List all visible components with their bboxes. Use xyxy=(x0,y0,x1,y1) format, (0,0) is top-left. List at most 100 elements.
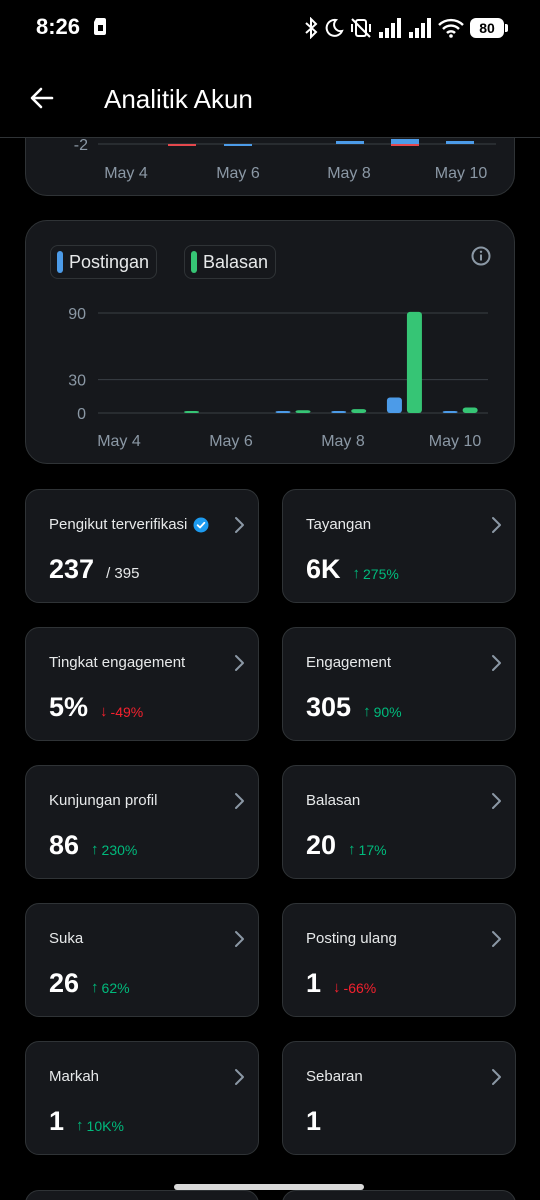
stat-label-row: Posting ulang xyxy=(306,930,397,947)
arrow-up-icon: ↑ xyxy=(91,979,99,996)
stat-total: / 395 xyxy=(106,565,140,582)
stat-label: Posting ulang xyxy=(306,930,397,947)
stat-change-value: 275% xyxy=(363,565,399,582)
chart-bar-fragment xyxy=(168,144,196,146)
stat-value: 1 xyxy=(306,968,322,998)
posts-replies-chart: 90 30 0 May 4 May 6 May 8 May 10 xyxy=(68,306,488,450)
stat-change: ↓ -66% xyxy=(333,979,376,996)
stat-card[interactable]: Pengikut terverifikasi 237 / 395 xyxy=(25,489,259,603)
x-tick-label: May 6 xyxy=(216,165,260,182)
stat-change: ↑ 10K% xyxy=(76,1117,124,1134)
stat-change-value: -66% xyxy=(343,979,377,996)
stat-value-row: 26 ↑ 62% xyxy=(49,968,130,999)
stat-label: Suka xyxy=(49,930,84,947)
stat-value: 1 xyxy=(49,1106,65,1136)
home-indicator xyxy=(174,1184,364,1190)
stat-label: Sebaran xyxy=(306,1068,363,1085)
stat-card[interactable]: Tayangan 6K ↑ 275% xyxy=(282,489,516,603)
stat-value-row: 6K ↑ 275% xyxy=(306,554,399,585)
stat-value: 1 xyxy=(306,1106,322,1136)
chevron-right-icon xyxy=(492,793,501,809)
y-tick-label: -2 xyxy=(74,137,88,154)
stat-label-row: Suka xyxy=(49,930,83,947)
chart-bar xyxy=(351,409,367,413)
chevron-right-icon xyxy=(492,517,501,533)
chart-bar-fragment xyxy=(224,144,252,146)
chart-bar-fragment xyxy=(391,144,419,146)
stat-card[interactable]: Engagement 305 ↑ 90% xyxy=(282,627,516,741)
arrow-left-icon xyxy=(30,87,54,109)
stat-change: ↑ 62% xyxy=(91,979,130,996)
stat-label: Engagement xyxy=(306,654,392,671)
stat-value-row: 86 ↑ 230% xyxy=(49,830,137,861)
chart-bar xyxy=(184,411,200,413)
stat-change: ↑ 230% xyxy=(91,841,137,858)
stat-value: 6K xyxy=(306,554,341,584)
stat-value-row: 20 ↑ 17% xyxy=(306,830,387,861)
stat-change: ↓ -49% xyxy=(100,703,143,720)
stat-change-value: 10K% xyxy=(86,1117,124,1134)
y-tick-label: 30 xyxy=(68,373,86,390)
arrow-up-icon: ↑ xyxy=(363,703,371,720)
chevron-right-icon xyxy=(492,931,501,947)
x-tick-label: May 10 xyxy=(435,165,488,182)
stat-change-value: 230% xyxy=(101,841,138,858)
bluetooth-icon xyxy=(305,17,318,39)
stat-label-row: Pengikut terverifikasi xyxy=(49,516,209,533)
screen: 8:26 80 -2 May 4 May 6 May 8 May 10 Anal… xyxy=(0,0,540,1200)
signal-icon xyxy=(379,18,401,38)
chevron-right-icon xyxy=(235,793,244,809)
stat-change-value: 90% xyxy=(373,703,402,720)
stat-card-peek xyxy=(25,1190,259,1200)
stat-label: Pengikut terverifikasi xyxy=(49,516,188,533)
stat-label-row: Kunjungan profil xyxy=(49,792,157,809)
stat-label-row: Tayangan xyxy=(306,516,371,533)
posts-replies-chart-card: Postingan Balasan 90 30 0 May 4 May 6 May 8 Ma… xyxy=(25,220,515,464)
stat-value: 86 xyxy=(49,830,80,860)
chevron-right-icon xyxy=(235,931,244,947)
chart-bar xyxy=(386,397,402,413)
back-button[interactable] xyxy=(22,78,62,118)
stat-card-peek xyxy=(282,1190,516,1200)
stat-value-row: 1 ↑ 10K% xyxy=(49,1106,124,1137)
verified-badge-icon xyxy=(193,517,209,532)
x-tick-label: May 4 xyxy=(104,165,148,182)
stat-change-value: 17% xyxy=(358,841,387,858)
status-icons: 80 xyxy=(304,15,508,41)
chart-bar xyxy=(462,407,478,413)
stat-card[interactable]: Kunjungan profil 86 ↑ 230% xyxy=(25,765,259,879)
stat-label: Kunjungan profil xyxy=(49,792,158,809)
arrow-up-icon: ↑ xyxy=(352,565,361,582)
chart-bar xyxy=(275,411,291,413)
stat-value-row: 1 xyxy=(306,1106,321,1137)
stat-label: Balasan xyxy=(306,792,361,809)
stat-card[interactable]: Balasan 20 ↑ 17% xyxy=(282,765,516,879)
stat-value: 26 xyxy=(49,968,80,998)
chevron-right-icon xyxy=(235,1069,244,1085)
stat-label-row: Engagement xyxy=(306,654,391,671)
chart-bar xyxy=(406,311,422,413)
stat-label: Markah xyxy=(49,1068,100,1085)
sim-card-icon xyxy=(94,18,106,35)
y-tick-label: 90 xyxy=(68,306,86,323)
stat-value: 237 xyxy=(49,554,95,584)
stat-label-row: Sebaran xyxy=(306,1068,363,1085)
stat-value-row: 1 ↓ -66% xyxy=(306,968,376,999)
stat-change: ↑ 17% xyxy=(348,841,387,858)
x-tick-label: May 8 xyxy=(321,433,365,450)
stat-card[interactable]: Tingkat engagement 5% ↓ -49% xyxy=(25,627,259,741)
stat-change-value: -49% xyxy=(110,703,144,720)
stat-card[interactable]: Markah 1 ↑ 10K% xyxy=(25,1041,259,1155)
moon-icon xyxy=(325,18,344,37)
stat-change-value: 62% xyxy=(101,979,130,996)
arrow-down-icon: ↓ xyxy=(100,703,108,720)
stat-label: Tayangan xyxy=(306,516,372,533)
x-tick-label: May 8 xyxy=(327,165,371,182)
stat-card[interactable]: Posting ulang 1 ↓ -66% xyxy=(282,903,516,1017)
status-bar: 8:26 80 xyxy=(0,0,540,58)
battery-icon: 80 xyxy=(470,18,508,38)
stat-card[interactable]: Sebaran 1 xyxy=(282,1041,516,1155)
stat-value-row: 305 ↑ 90% xyxy=(306,692,402,723)
stat-label-row: Markah xyxy=(49,1068,99,1085)
stat-card[interactable]: Suka 26 ↑ 62% xyxy=(25,903,259,1017)
